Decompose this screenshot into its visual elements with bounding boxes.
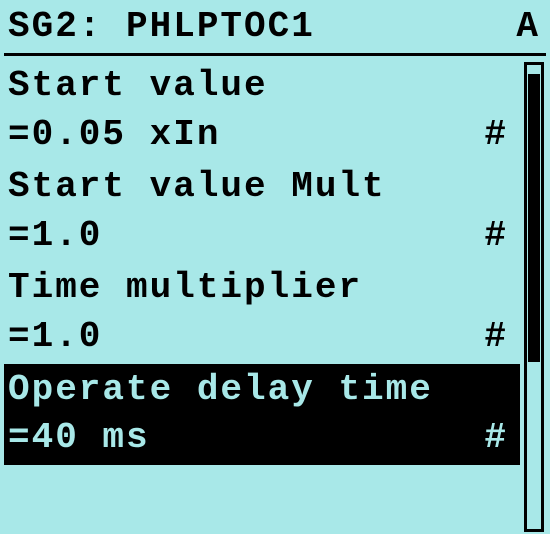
editable-marker: # bbox=[484, 313, 508, 362]
parameter-value: =40 ms bbox=[8, 414, 150, 463]
page-title: SG2: PHLPTOC1 bbox=[8, 6, 315, 47]
parameter-value-row: =0.05 xIn # bbox=[8, 111, 516, 160]
editable-marker: # bbox=[484, 414, 508, 463]
parameter-value: =1.0 bbox=[8, 212, 102, 261]
scrollbar-thumb[interactable] bbox=[528, 74, 540, 362]
parameter-label: Operate delay time bbox=[8, 366, 516, 415]
parameter-item[interactable]: Start value=0.05 xIn # bbox=[4, 60, 520, 161]
parameter-label: Start value Mult bbox=[8, 163, 516, 212]
parameter-label: Time multiplier bbox=[8, 264, 516, 313]
parameter-value-row: =1.0 # bbox=[8, 212, 516, 261]
parameter-value-row: =1.0 # bbox=[8, 313, 516, 362]
parameter-item[interactable]: Time multiplier=1.0 # bbox=[4, 262, 520, 363]
parameter-value-row: =40 ms # bbox=[8, 414, 516, 463]
scrollbar-track[interactable] bbox=[524, 62, 544, 532]
parameter-item[interactable]: Start value Mult=1.0 # bbox=[4, 161, 520, 262]
parameter-label: Start value bbox=[8, 62, 516, 111]
parameter-value: =0.05 xIn bbox=[8, 111, 220, 160]
editable-marker: # bbox=[484, 111, 508, 160]
status-indicator: A bbox=[516, 6, 540, 47]
parameter-list[interactable]: Start value=0.05 xIn#Start value Mult=1.… bbox=[4, 56, 520, 534]
lcd-screen: SG2: PHLPTOC1 A Start value=0.05 xIn#Sta… bbox=[0, 0, 550, 534]
content-area: Start value=0.05 xIn#Start value Mult=1.… bbox=[4, 56, 546, 534]
editable-marker: # bbox=[484, 212, 508, 261]
header-bar: SG2: PHLPTOC1 A bbox=[4, 4, 546, 56]
parameter-item[interactable]: Operate delay time=40 ms # bbox=[4, 364, 520, 465]
parameter-value: =1.0 bbox=[8, 313, 102, 362]
